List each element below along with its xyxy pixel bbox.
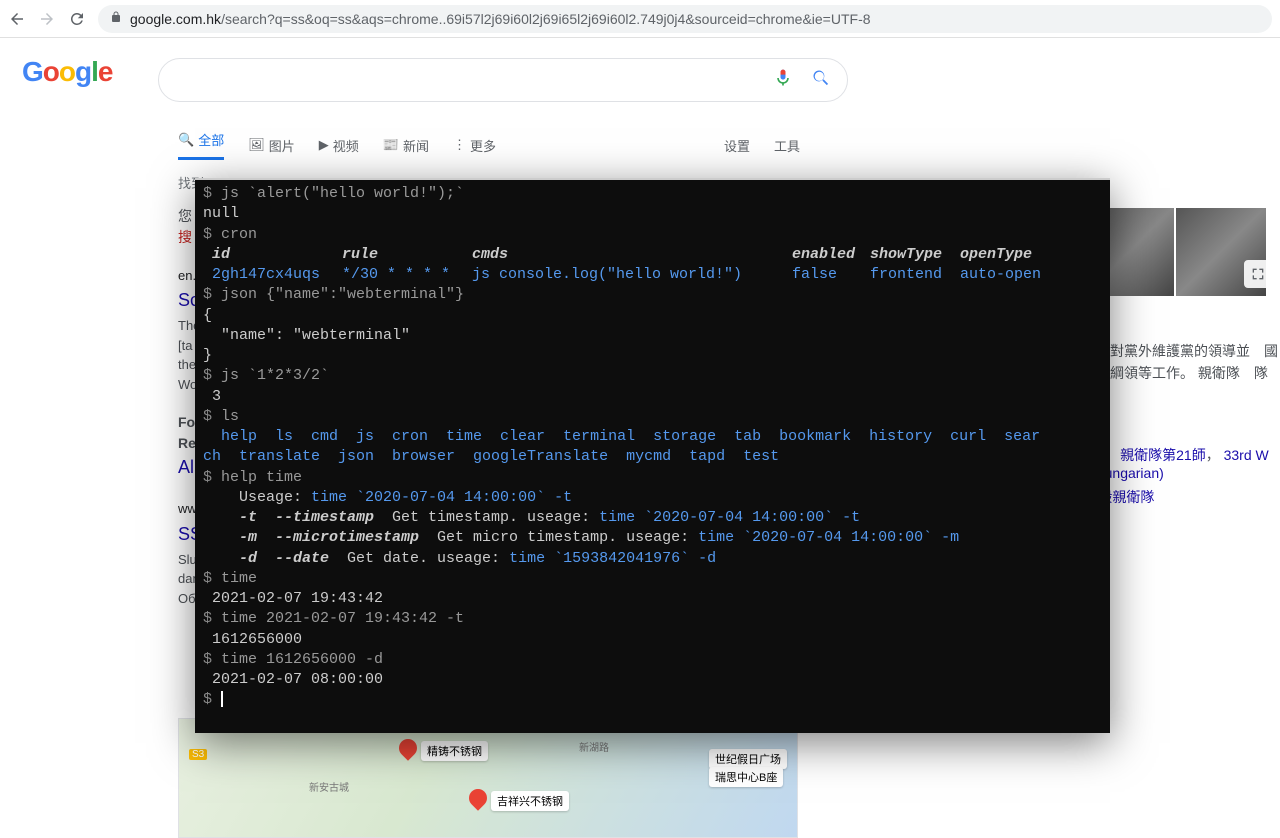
- lock-icon: [110, 11, 122, 26]
- url-text: google.com.hk/search?q=ss&oq=ss&aqs=chro…: [130, 11, 871, 27]
- search-input[interactable]: [175, 71, 773, 89]
- terminal-output: ch translate json browser googleTranslat…: [203, 447, 1102, 467]
- kp-link[interactable]: 33rd W: [1224, 447, 1269, 463]
- terminal-line: $ js `1*2*3/2`: [203, 366, 1102, 386]
- page-content: Google 🔍全部 🖼图片 ▶视频 📰新闻 ⋮更多 设置 工具 找到: [0, 38, 1280, 800]
- back-button[interactable]: [8, 10, 26, 28]
- map-pin-icon[interactable]: [469, 789, 489, 815]
- tab-news[interactable]: 📰新闻: [383, 136, 429, 155]
- map-road-label: 新湖路: [579, 739, 609, 754]
- terminal-output: 2021-02-07 08:00:00: [203, 670, 1102, 690]
- search-box[interactable]: [158, 58, 848, 102]
- map-road-label: S3: [189, 749, 207, 760]
- terminal-output: Useage: time `2020-07-04 14:00:00` -t: [203, 488, 1102, 508]
- terminal-output: 3: [203, 387, 1102, 407]
- tab-more[interactable]: ⋮更多: [453, 136, 496, 155]
- terminal-line: $ time: [203, 569, 1102, 589]
- tab-settings[interactable]: 设置: [724, 136, 750, 155]
- terminal-output: -d --date Get date. useage: time `159384…: [203, 549, 1102, 569]
- tab-video[interactable]: ▶视频: [319, 136, 359, 155]
- terminal-output: 1612656000: [203, 630, 1102, 650]
- terminal-line: $ help time: [203, 468, 1102, 488]
- terminal-table-header: idrulecmdsenabledshowTypeopenType: [203, 245, 1102, 265]
- terminal-line: $ time 1612656000 -d: [203, 650, 1102, 670]
- search-icon[interactable]: [811, 68, 831, 93]
- terminal-output: null: [203, 204, 1102, 224]
- terminal-line: $ cron: [203, 225, 1102, 245]
- terminal-prompt[interactable]: $: [203, 690, 1102, 710]
- terminal-table-row: 2gh147cx4uqs*/30 * * * *js console.log("…: [203, 265, 1102, 285]
- forward-button[interactable]: [38, 10, 56, 28]
- tab-all[interactable]: 🔍全部: [178, 130, 224, 160]
- map-pin-label: 瑞思中心B座: [709, 767, 783, 787]
- mic-icon[interactable]: [773, 68, 793, 93]
- terminal-line: $ time 2021-02-07 19:43:42 -t: [203, 609, 1102, 629]
- map-road-label: 新安古城: [309, 779, 349, 794]
- map-pin-label: 吉祥兴不锈钢: [491, 791, 569, 811]
- map-pin-icon[interactable]: [399, 739, 419, 765]
- terminal-output: }: [203, 346, 1102, 366]
- map-preview[interactable]: S3 新安古城 新湖路 精铸不锈钢 吉祥兴不锈钢 世纪假日广场 瑞思中心B座: [178, 718, 798, 838]
- terminal-overlay[interactable]: $ js `alert("hello world!");` null $ cro…: [195, 178, 1110, 733]
- tab-images[interactable]: 🖼图片: [248, 136, 295, 155]
- terminal-output: -t --timestamp Get timestamp. useage: ti…: [203, 508, 1102, 528]
- url-bar[interactable]: google.com.hk/search?q=ss&oq=ss&aqs=chro…: [98, 5, 1272, 33]
- terminal-output: -m --microtimestamp Get micro timestamp.…: [203, 528, 1102, 548]
- terminal-output: help ls cmd js cron time clear terminal …: [203, 427, 1102, 447]
- terminal-line: $ json {"name":"webterminal"}: [203, 285, 1102, 305]
- google-header: Google: [0, 38, 1280, 102]
- terminal-output: "name": "webterminal": [203, 326, 1102, 346]
- google-logo[interactable]: Google: [22, 56, 112, 88]
- map-pin-label: 精铸不锈钢: [421, 741, 488, 761]
- tabs-row: 🔍全部 🖼图片 ▶视频 📰新闻 ⋮更多 设置 工具: [178, 130, 1280, 160]
- terminal-line: $ js `alert("hello world!");`: [203, 184, 1102, 204]
- tab-tools[interactable]: 工具: [774, 136, 800, 155]
- expand-images-icon[interactable]: [1244, 260, 1272, 288]
- map-pin-label: 世纪假日广场: [709, 749, 787, 769]
- terminal-output: 2021-02-07 19:43:42: [203, 589, 1102, 609]
- reload-button[interactable]: [68, 10, 86, 28]
- browser-toolbar: google.com.hk/search?q=ss&oq=ss&aqs=chro…: [0, 0, 1280, 38]
- kp-link[interactable]: 親衛隊第21師: [1120, 447, 1206, 463]
- terminal-output: {: [203, 306, 1102, 326]
- terminal-line: $ ls: [203, 407, 1102, 427]
